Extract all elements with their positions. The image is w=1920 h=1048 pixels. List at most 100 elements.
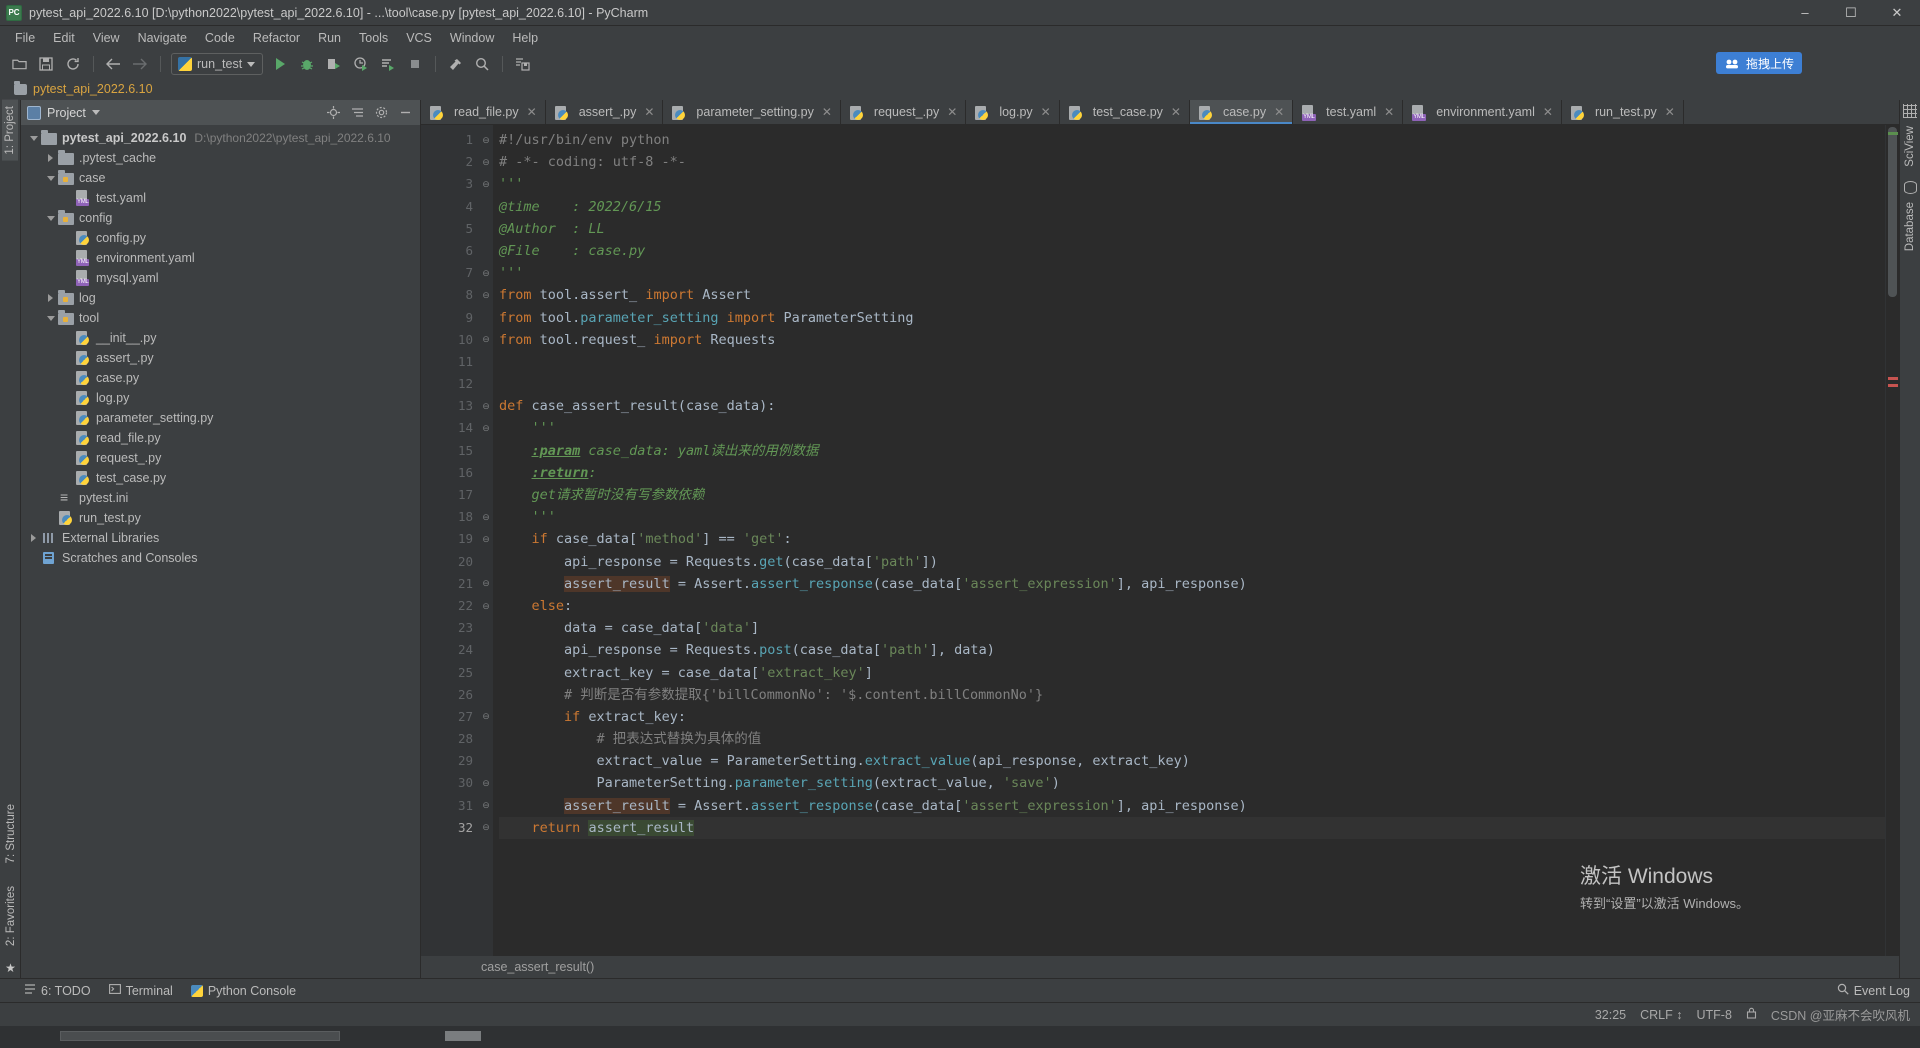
maximize-button[interactable]: ☐: [1828, 0, 1874, 26]
sciview-grid-icon[interactable]: [1903, 104, 1917, 118]
fold-toggle-icon[interactable]: ⊖: [479, 795, 493, 817]
chevron-right-icon[interactable]: [27, 532, 40, 545]
bottom-item-terminal[interactable]: Terminal: [108, 983, 173, 998]
fold-toggle-icon[interactable]: ⊖: [479, 151, 493, 173]
editor-scrollbar[interactable]: [1885, 125, 1899, 956]
panel-settings-icon[interactable]: [372, 104, 390, 122]
project-tree[interactable]: pytest_api_2022.6.10 D:\python2022\pytest…: [21, 125, 420, 978]
tree-node[interactable]: test.yaml: [21, 188, 420, 208]
chevron-right-icon[interactable]: [44, 292, 57, 305]
chevron-down-icon[interactable]: [44, 172, 57, 185]
fold-toggle-icon[interactable]: ⊖: [479, 706, 493, 728]
close-icon[interactable]: ✕: [947, 105, 957, 119]
fold-toggle-icon[interactable]: ⊖: [479, 817, 493, 839]
tree-node[interactable]: request_.py: [21, 448, 420, 468]
fold-toggle-icon[interactable]: ⊖: [479, 772, 493, 794]
code-content[interactable]: #!/usr/bin/env python # -*- coding: utf-8…: [493, 125, 1885, 956]
close-icon[interactable]: ✕: [822, 105, 832, 119]
minimize-button[interactable]: –: [1782, 0, 1828, 26]
tree-node[interactable]: log: [21, 288, 420, 308]
fold-toggle-icon[interactable]: ⊖: [479, 173, 493, 195]
editor-tab-run-test-py[interactable]: run_test.py ✕: [1562, 100, 1684, 124]
editor-breadcrumb[interactable]: case_assert_result(): [481, 960, 594, 974]
chevron-right-icon[interactable]: [44, 152, 57, 165]
bottom-item-python-console[interactable]: Python Console: [190, 984, 296, 998]
editor-tab-environment-yaml[interactable]: environment.yaml ✕: [1403, 100, 1562, 124]
run-with-options-icon[interactable]: [375, 52, 401, 76]
editor-tab-log-py[interactable]: log.py ✕: [966, 100, 1060, 124]
collapse-all-icon[interactable]: [348, 104, 366, 122]
stop-icon[interactable]: [402, 52, 428, 76]
fold-toggle-icon[interactable]: ⊖: [479, 506, 493, 528]
menu-edit[interactable]: Edit: [44, 29, 84, 47]
database-icon[interactable]: [1903, 180, 1917, 194]
editor-tab-case-py[interactable]: case.py ✕: [1189, 100, 1294, 124]
open-icon[interactable]: [6, 52, 32, 76]
fold-toggle-icon[interactable]: ⊖: [479, 329, 493, 351]
caret-position[interactable]: 32:25: [1595, 1008, 1626, 1022]
tree-node[interactable]: .pytest_cache: [21, 148, 420, 168]
close-icon[interactable]: ✕: [1171, 105, 1181, 119]
fold-toggle-icon[interactable]: ⊖: [479, 395, 493, 417]
run-configuration-selector[interactable]: run_test: [171, 53, 263, 75]
close-icon[interactable]: ✕: [1384, 105, 1394, 119]
run-icon[interactable]: [267, 52, 293, 76]
close-icon[interactable]: ✕: [527, 105, 537, 119]
search-everywhere-icon[interactable]: [469, 52, 495, 76]
chevron-down-icon[interactable]: [27, 132, 40, 145]
project-panel-title[interactable]: Project: [47, 106, 86, 120]
editor-tab-test-yaml[interactable]: test.yaml ✕: [1293, 100, 1404, 124]
menu-navigate[interactable]: Navigate: [129, 29, 196, 47]
menu-help[interactable]: Help: [503, 29, 547, 47]
menu-code[interactable]: Code: [196, 29, 244, 47]
line-separator[interactable]: CRLF ↕: [1640, 1008, 1682, 1022]
sidebar-item-favorites[interactable]: 2: Favorites: [3, 880, 19, 952]
tree-node[interactable]: case.py: [21, 368, 420, 388]
upload-button[interactable]: 拖拽上传: [1715, 52, 1802, 74]
close-icon[interactable]: ✕: [1274, 105, 1284, 119]
back-icon[interactable]: [100, 52, 126, 76]
editor-tab-parameter-setting-py[interactable]: parameter_setting.py ✕: [663, 100, 841, 124]
tree-node[interactable]: External Libraries: [21, 528, 420, 548]
profile-icon[interactable]: [348, 52, 374, 76]
tree-node[interactable]: pytest.ini: [21, 488, 420, 508]
sidebar-item-structure[interactable]: 7: Structure: [3, 798, 19, 869]
debug-icon[interactable]: [294, 52, 320, 76]
menu-tools[interactable]: Tools: [350, 29, 397, 47]
menu-file[interactable]: File: [6, 29, 44, 47]
editor-tab-request-py[interactable]: request_.py ✕: [841, 100, 967, 124]
sidebar-item-project[interactable]: 1: Project: [2, 100, 18, 161]
bottom-item-todo[interactable]: 6: TODO: [24, 983, 91, 998]
close-icon[interactable]: ✕: [1041, 105, 1051, 119]
chevron-down-icon[interactable]: [44, 312, 57, 325]
menu-view[interactable]: View: [84, 29, 129, 47]
forward-icon[interactable]: [127, 52, 153, 76]
fold-toggle-icon[interactable]: ⊖: [479, 417, 493, 439]
run-coverage-icon[interactable]: [321, 52, 347, 76]
fold-toggle-icon[interactable]: ⊖: [479, 262, 493, 284]
fold-toggle-icon[interactable]: ⊖: [479, 284, 493, 306]
update-project-icon[interactable]: [509, 52, 535, 76]
tree-node[interactable]: test_case.py: [21, 468, 420, 488]
editor-tab-assert-py[interactable]: assert_.py ✕: [546, 100, 664, 124]
tree-node[interactable]: pytest_api_2022.6.10 D:\python2022\pytest…: [21, 128, 420, 148]
tree-node[interactable]: run_test.py: [21, 508, 420, 528]
tree-node[interactable]: assert_.py: [21, 348, 420, 368]
close-icon[interactable]: ✕: [1543, 105, 1553, 119]
menu-refactor[interactable]: Refactor: [244, 29, 309, 47]
tree-node[interactable]: mysql.yaml: [21, 268, 420, 288]
editor-tab-bar[interactable]: read_file.py ✕ assert_.py ✕ parameter_settin…: [421, 100, 1899, 125]
tree-node[interactable]: case: [21, 168, 420, 188]
tree-node[interactable]: parameter_setting.py: [21, 408, 420, 428]
lock-icon[interactable]: [1746, 1007, 1757, 1022]
tree-node[interactable]: Scratches and Consoles: [21, 548, 420, 568]
tree-node[interactable]: environment.yaml: [21, 248, 420, 268]
tree-node[interactable]: read_file.py: [21, 428, 420, 448]
tree-node[interactable]: config.py: [21, 228, 420, 248]
menu-window[interactable]: Window: [441, 29, 503, 47]
settings-icon[interactable]: [442, 52, 468, 76]
editor-tab-test-case-py[interactable]: test_case.py ✕: [1060, 100, 1190, 124]
hide-panel-icon[interactable]: [396, 104, 414, 122]
close-button[interactable]: ✕: [1874, 0, 1920, 26]
chevron-down-icon[interactable]: [44, 212, 57, 225]
